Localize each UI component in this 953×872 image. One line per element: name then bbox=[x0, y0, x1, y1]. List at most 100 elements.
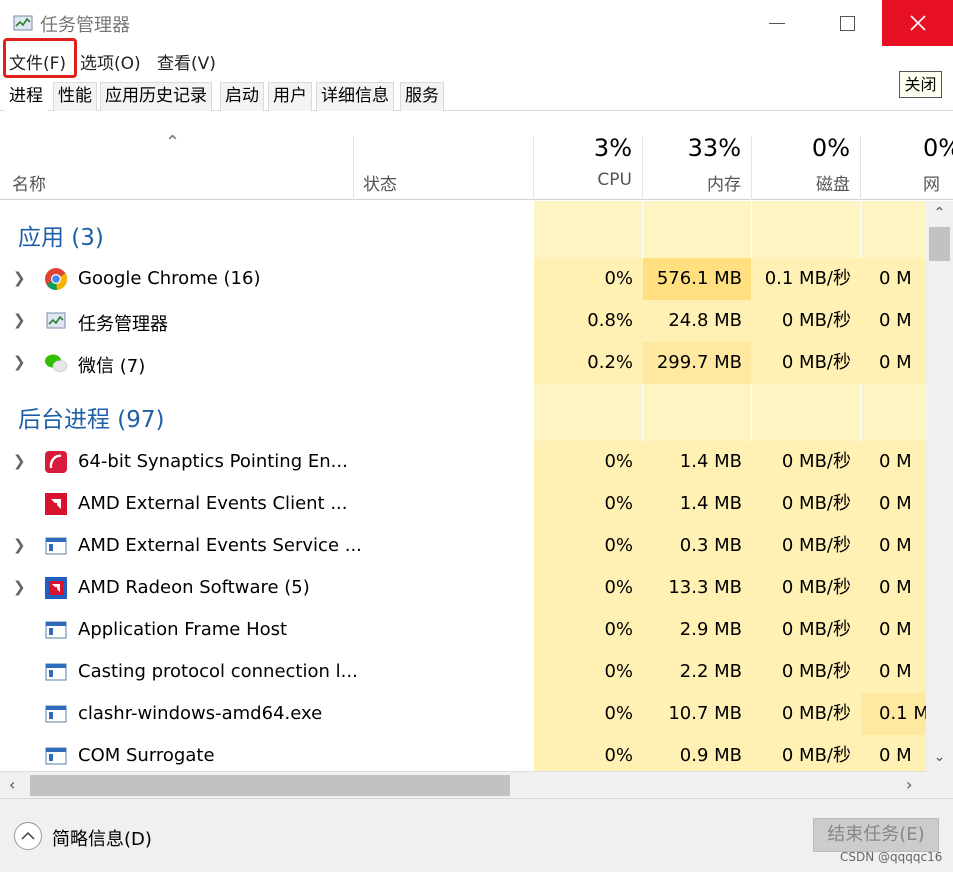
process-row[interactable]: ❯ 任务管理器 0.8% 24.8 MB 0 MB/秒 0 M bbox=[0, 300, 926, 342]
process-row[interactable]: ❯ 64-bit Synaptics Pointing En... 0% 1.4… bbox=[0, 441, 926, 483]
disk-value: 0 MB/秒 bbox=[781, 535, 851, 556]
column-memory[interactable]: 33% 内存 bbox=[643, 112, 751, 200]
task-manager-icon bbox=[13, 15, 33, 31]
vertical-scrollbar[interactable]: ⌃ ⌄ bbox=[926, 201, 953, 771]
process-row[interactable]: ❯ Google Chrome (16) 0% 576.1 MB 0.1 MB/… bbox=[0, 258, 926, 300]
scroll-down-icon[interactable]: ⌄ bbox=[926, 749, 953, 765]
disk-value: 0 MB/秒 bbox=[781, 577, 851, 598]
menu-view[interactable]: 查看(V) bbox=[157, 49, 216, 74]
fewer-details-button[interactable] bbox=[14, 822, 42, 850]
chevron-right-icon[interactable]: ❯ bbox=[13, 536, 26, 554]
process-name: 任务管理器 bbox=[78, 314, 168, 335]
amd-icon bbox=[45, 493, 67, 515]
minimize-button[interactable] bbox=[742, 0, 812, 46]
cpu-value: 0% bbox=[604, 619, 633, 640]
column-cpu[interactable]: 3% CPU bbox=[534, 112, 642, 200]
disk-total: 0% bbox=[811, 134, 850, 162]
process-name: Google Chrome (16) bbox=[78, 268, 261, 289]
horizontal-scrollbar[interactable]: ‹ › bbox=[0, 771, 926, 798]
memory-value: 2.9 MB bbox=[679, 619, 742, 640]
process-row[interactable]: ❯ AMD Radeon Software (5) 0% 13.3 MB 0 M… bbox=[0, 567, 926, 609]
network-value: 0 M bbox=[879, 745, 912, 766]
memory-value: 0.9 MB bbox=[679, 745, 742, 766]
cpu-value: 0% bbox=[604, 745, 633, 766]
process-row[interactable]: Application Frame Host 0% 2.9 MB 0 MB/秒 … bbox=[0, 609, 926, 651]
cpu-value: 0% bbox=[604, 268, 633, 289]
disk-value: 0 MB/秒 bbox=[781, 661, 851, 682]
process-name: Application Frame Host bbox=[78, 619, 288, 640]
memory-value: 0.3 MB bbox=[679, 535, 742, 556]
task-manager-icon bbox=[46, 312, 66, 329]
scroll-up-icon[interactable]: ⌃ bbox=[926, 205, 953, 221]
maximize-icon bbox=[839, 15, 855, 31]
end-task-button[interactable]: 结束任务(E) bbox=[813, 818, 939, 852]
close-icon bbox=[909, 15, 926, 31]
memory-value: 10.7 MB bbox=[668, 703, 742, 724]
process-row[interactable]: clashr-windows-amd64.exe 0% 10.7 MB 0 MB… bbox=[0, 693, 926, 735]
tab-processes[interactable]: 进程 bbox=[4, 82, 48, 111]
process-name: AMD External Events Service ... bbox=[78, 535, 362, 556]
vertical-scroll-thumb[interactable] bbox=[929, 227, 950, 261]
tab-performance[interactable]: 性能 bbox=[53, 82, 97, 111]
process-row[interactable]: Casting protocol connection l... 0% 2.2 … bbox=[0, 651, 926, 693]
chevron-right-icon[interactable]: ❯ bbox=[13, 269, 26, 287]
tab-details[interactable]: 详细信息 bbox=[316, 82, 394, 111]
column-status[interactable]: 状态 bbox=[363, 170, 397, 195]
chrome-icon bbox=[45, 268, 68, 291]
network-value: 0 M bbox=[879, 310, 912, 331]
network-value: 0 M bbox=[879, 493, 912, 514]
disk-value: 0 MB/秒 bbox=[781, 493, 851, 514]
sort-up-icon: ⌃ bbox=[165, 132, 181, 153]
process-list: 应用 (3) ❯ Google Chrome (16) 0% 576.1 MB … bbox=[0, 201, 926, 771]
cpu-value: 0.2% bbox=[587, 352, 633, 373]
group-apps: 应用 (3) bbox=[0, 205, 926, 260]
disk-value: 0 MB/秒 bbox=[781, 310, 851, 331]
memory-label: 内存 bbox=[707, 175, 741, 195]
footer: 简略信息(D) 结束任务(E) CSDN @qqqqc16 bbox=[0, 798, 953, 872]
cpu-value: 0% bbox=[604, 451, 633, 472]
tab-bar: 进程 性能 应用历史记录 启动 用户 详细信息 服务 bbox=[0, 82, 953, 111]
memory-value: 2.2 MB bbox=[679, 661, 742, 682]
wechat-icon bbox=[45, 354, 68, 372]
minimize-icon bbox=[769, 22, 785, 24]
column-disk[interactable]: 0% 磁盘 bbox=[752, 112, 860, 200]
process-row[interactable]: ❯ 微信 (7) 0.2% 299.7 MB 0 MB/秒 0 M bbox=[0, 342, 926, 384]
menu-bar: 文件(F) 选项(O) 查看(V) bbox=[0, 46, 953, 76]
app-window-icon bbox=[45, 747, 67, 765]
process-row[interactable]: COM Surrogate 0% 0.9 MB 0 MB/秒 0 M bbox=[0, 735, 926, 771]
cpu-total: 3% bbox=[593, 134, 632, 162]
disk-value: 0 MB/秒 bbox=[781, 619, 851, 640]
column-network[interactable]: 0% 网络 bbox=[861, 112, 953, 200]
network-value: 0 M bbox=[879, 661, 912, 682]
close-button[interactable] bbox=[882, 0, 953, 46]
memory-value: 24.8 MB bbox=[668, 310, 742, 331]
disk-value: 0 MB/秒 bbox=[781, 451, 851, 472]
tab-startup[interactable]: 启动 bbox=[220, 82, 264, 111]
column-name[interactable]: 名称 bbox=[12, 170, 46, 195]
scroll-corner bbox=[926, 771, 953, 798]
tab-app-history[interactable]: 应用历史记录 bbox=[100, 82, 212, 111]
chevron-right-icon[interactable]: ❯ bbox=[13, 578, 26, 596]
horizontal-scroll-thumb[interactable] bbox=[30, 775, 510, 796]
chevron-right-icon[interactable]: ❯ bbox=[13, 353, 26, 371]
tab-services[interactable]: 服务 bbox=[400, 82, 444, 111]
chevron-up-icon bbox=[21, 831, 35, 840]
cpu-value: 0% bbox=[604, 703, 633, 724]
chevron-right-icon[interactable]: ❯ bbox=[13, 452, 26, 470]
app-window-icon bbox=[45, 705, 67, 723]
fewer-details-link[interactable]: 简略信息(D) bbox=[52, 825, 152, 851]
chevron-right-icon[interactable]: ❯ bbox=[13, 311, 26, 329]
menu-options[interactable]: 选项(O) bbox=[80, 49, 141, 74]
tab-users[interactable]: 用户 bbox=[268, 82, 312, 111]
disk-value: 0 MB/秒 bbox=[781, 703, 851, 724]
network-value: 0 M bbox=[879, 268, 912, 289]
maximize-button[interactable] bbox=[812, 0, 882, 46]
process-row[interactable]: AMD External Events Client ... 0% 1.4 MB… bbox=[0, 483, 926, 525]
scroll-right-icon[interactable]: › bbox=[906, 775, 912, 794]
scroll-left-icon[interactable]: ‹ bbox=[9, 775, 15, 794]
memory-value: 576.1 MB bbox=[643, 258, 751, 300]
column-divider bbox=[353, 136, 354, 200]
watermark: CSDN @qqqqc16 bbox=[840, 850, 943, 864]
network-value: 0 M bbox=[879, 535, 912, 556]
process-row[interactable]: ❯ AMD External Events Service ... 0% 0.3… bbox=[0, 525, 926, 567]
